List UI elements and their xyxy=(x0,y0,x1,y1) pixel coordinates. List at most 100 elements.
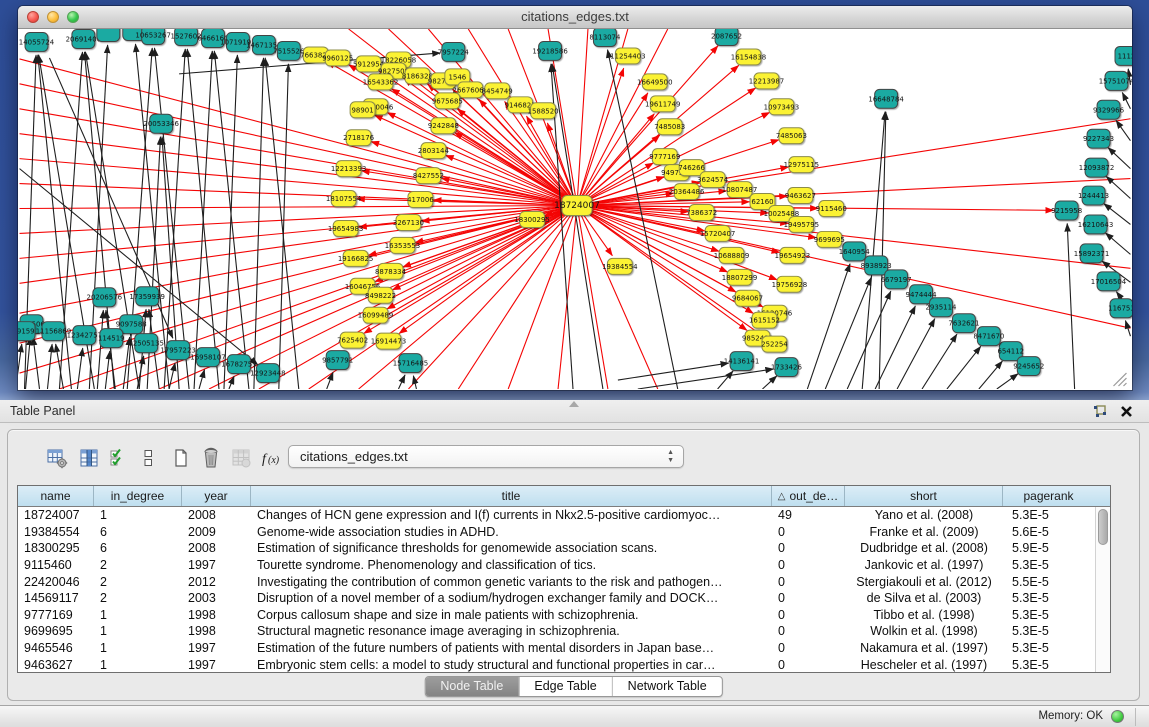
graph-node-label: 19384554 xyxy=(602,263,638,271)
graph-node-label: 11254403 xyxy=(610,52,645,60)
graph-node[interactable] xyxy=(97,29,120,41)
show-columns-icon[interactable] xyxy=(76,446,102,470)
graph-node-label: 7625402 xyxy=(337,337,368,345)
column-header-in_degree[interactable]: in_degree xyxy=(94,486,182,506)
table-cell: 2009 xyxy=(182,525,251,539)
memory-ok-indicator-icon[interactable] xyxy=(1111,710,1124,723)
zoom-window-icon[interactable] xyxy=(67,11,79,23)
table-row[interactable]: 911546021997Tourette syndrome. Phenomeno… xyxy=(18,557,1110,574)
svg-text:(x): (x) xyxy=(268,455,280,466)
table-row[interactable]: 1872400712008Changes of HCN gene express… xyxy=(18,507,1110,524)
table-cell: 1 xyxy=(94,508,182,522)
close-panel-icon[interactable] xyxy=(1119,403,1137,420)
tab-network-table[interactable]: Network Table xyxy=(613,677,722,696)
table-cell: Hescheler et al. (1997) xyxy=(845,658,1003,672)
table-cell: 0 xyxy=(772,658,845,672)
table-cell: 14569117 xyxy=(18,591,94,605)
table-row[interactable]: 1456911722003Disruption of a novel membe… xyxy=(18,590,1110,607)
graph-node-label: 18107554 xyxy=(326,195,362,203)
table-source-select[interactable]: citations_edges.txt ▲▼ xyxy=(288,445,684,468)
graph-node-label: 6679197 xyxy=(881,276,912,284)
table-cell: Estimation of significance thresholds fo… xyxy=(251,541,772,555)
table-cell: 1 xyxy=(94,658,182,672)
window-titlebar[interactable]: citations_edges.txt xyxy=(18,6,1132,29)
table-cell: Genome-wide association studies in ADHD. xyxy=(251,525,772,539)
graph-node-label: 16210643 xyxy=(1078,221,1113,229)
table-row[interactable]: 969969511998Structural magnetic resonanc… xyxy=(18,623,1110,640)
scrollbar-thumb[interactable] xyxy=(1098,509,1108,545)
float-window-icon[interactable] xyxy=(1091,403,1109,420)
graph-node-label: 3624574 xyxy=(697,176,729,184)
column-header-name[interactable]: name xyxy=(18,486,94,506)
column-header-pagerank[interactable]: pagerank xyxy=(1003,486,1094,506)
table-cell: 0 xyxy=(772,591,845,605)
graph-node-label: 2718176 xyxy=(343,134,374,142)
graph-node-label: 9463627 xyxy=(785,192,816,200)
graph-node-label: 116753 xyxy=(1108,305,1132,313)
minimize-window-icon[interactable] xyxy=(47,11,59,23)
tab-edge-table[interactable]: Edge Table xyxy=(519,677,612,696)
graph-node-label: 16353553 xyxy=(385,242,420,250)
graph-node-label: 39159 xyxy=(18,328,35,336)
graph-node-label: 252254 xyxy=(761,341,788,349)
table-cell: 6 xyxy=(94,541,182,555)
column-header-year[interactable]: year xyxy=(182,486,251,506)
table-cell: Jankovic et al. (1997) xyxy=(845,558,1003,572)
table-cell: 19384554 xyxy=(18,525,94,539)
graph-node-label: 1615152 xyxy=(749,317,780,325)
table-cell: 1 xyxy=(94,624,182,638)
graph-node-label: 19654983 xyxy=(328,225,363,233)
graph-node-label: 2087652 xyxy=(711,32,742,40)
graph-node-label: 1640954 xyxy=(839,248,871,256)
graph-node-label: 8498222 xyxy=(365,292,396,300)
graph-node-label: 7485083 xyxy=(654,123,685,131)
column-checklist-icon[interactable] xyxy=(105,446,131,470)
graph-node-label: 19654923 xyxy=(775,252,810,260)
network-canvas[interactable]: 1405572420691406106532671527602646616010… xyxy=(18,29,1132,389)
table-row[interactable]: 977716911998Corpus callosum shape and si… xyxy=(18,607,1110,624)
table-cell: 1 xyxy=(94,608,182,622)
table-cell: 0 xyxy=(772,525,845,539)
graph-node-label: 9115460 xyxy=(816,205,847,213)
table-row[interactable]: 1938455462009Genome-wide association stu… xyxy=(18,524,1110,541)
graph-node-label: 10653267 xyxy=(135,31,170,39)
table-cell: 1997 xyxy=(182,658,251,672)
network-view-window[interactable]: citations_edges.txt 14055724 20691406 1065… xyxy=(18,6,1132,390)
table-row[interactable]: 1830029562008Estimation of significance … xyxy=(18,540,1110,557)
table-row[interactable]: 946554611997Estimation of the future num… xyxy=(18,640,1110,657)
column-settings-icon[interactable] xyxy=(44,446,70,470)
graph-node-label: 7957224 xyxy=(438,48,470,56)
column-header-short[interactable]: short xyxy=(845,486,1003,506)
delete-column-icon[interactable] xyxy=(198,446,224,470)
table-cell: Investigating the contribution of common… xyxy=(251,575,772,589)
graph-node-label: 14055724 xyxy=(19,38,55,46)
table-vertical-scrollbar[interactable] xyxy=(1095,507,1110,672)
table-cell: 5.3E-5 xyxy=(1003,608,1094,622)
splitter-handle-icon[interactable] xyxy=(569,401,579,407)
function-builder-icon[interactable]: f (x) xyxy=(258,446,288,470)
close-window-icon[interactable] xyxy=(27,11,39,23)
graph-node-label: 15716485 xyxy=(393,360,428,368)
table-cell: Changes of HCN gene expression and I(f) … xyxy=(251,508,772,522)
table-cell: 49 xyxy=(772,508,845,522)
graph-node-label: 20691406 xyxy=(66,35,101,43)
table-type-tabs: Node TableEdge TableNetwork Table xyxy=(424,676,722,697)
citation-network-graph[interactable]: 1405572420691406106532671527602646616010… xyxy=(18,29,1132,389)
rows-icon[interactable] xyxy=(135,446,161,470)
table-cell: 22420046 xyxy=(18,575,94,589)
graph-node-label: 9245652 xyxy=(1013,363,1044,371)
column-header-out_de[interactable]: △out_de… xyxy=(772,486,845,506)
table-cell: 1998 xyxy=(182,624,251,638)
new-column-icon[interactable] xyxy=(168,446,194,470)
graph-node-label: 12213393 xyxy=(331,165,366,173)
resize-grip-icon[interactable] xyxy=(1114,373,1127,386)
memory-status-label: Memory: OK xyxy=(1038,706,1103,727)
table-cell: 2 xyxy=(94,558,182,572)
table-row[interactable]: 946362711997Embryonic stem cells: a mode… xyxy=(18,656,1110,673)
graph-node-label: 9960125 xyxy=(322,54,353,62)
column-header-title[interactable]: title xyxy=(251,486,772,506)
table-cell: 0 xyxy=(772,575,845,589)
tab-node-table[interactable]: Node Table xyxy=(425,677,519,696)
table-row[interactable]: 2242004622012Investigating the contribut… xyxy=(18,573,1110,590)
table-cell: Nakamura et al. (1997) xyxy=(845,641,1003,655)
